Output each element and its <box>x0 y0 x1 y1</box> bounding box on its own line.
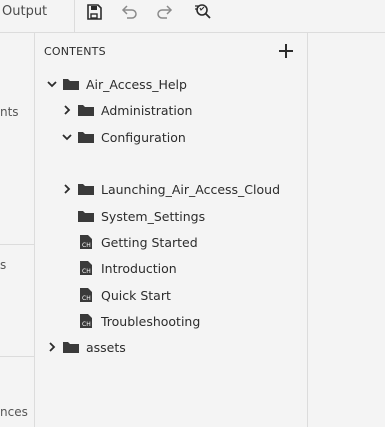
left-panel-divider <box>0 244 34 245</box>
svg-text:CH: CH <box>82 242 91 249</box>
contents-panel: CONTENTS Air_Access_Help Administration … <box>36 33 308 427</box>
chevron-down-icon[interactable] <box>61 131 73 143</box>
editor-area <box>308 33 385 427</box>
folder-icon <box>77 102 95 118</box>
tree-item-label: Troubleshooting <box>101 313 201 329</box>
tree-item-launching-air-access-cloud[interactable]: Launching_Air_Access_Cloud <box>61 179 280 199</box>
contents-panel-title: CONTENTS <box>44 45 106 58</box>
tree-item-label: Administration <box>101 102 193 118</box>
folder-icon <box>62 76 80 92</box>
folder-icon <box>77 129 95 145</box>
svg-text:CH: CH <box>82 268 91 275</box>
tree-item-introduction[interactable]: CH Introduction <box>61 258 177 278</box>
undo-icon[interactable] <box>119 2 139 22</box>
tree-item-label: Quick Start <box>101 287 171 303</box>
save-icon[interactable] <box>84 2 104 22</box>
topic-file-icon: CH <box>77 287 95 303</box>
top-toolbar: Output <box>0 0 385 33</box>
left-panel-label-fragment[interactable]: nces <box>0 405 28 419</box>
output-tab-label[interactable]: Output <box>2 4 47 19</box>
tree-item-administration[interactable]: Administration <box>61 100 192 120</box>
tree-item-label: Configuration <box>101 129 186 145</box>
tree-item-system-settings[interactable]: System_Settings <box>61 206 205 226</box>
svg-text:CH: CH <box>82 321 91 328</box>
tree-item-label: Getting Started <box>101 234 198 250</box>
folder-icon <box>77 181 95 197</box>
left-panel-label-fragment[interactable]: s <box>0 258 6 272</box>
chevron-right-icon[interactable] <box>61 104 73 116</box>
left-panel-label-fragment[interactable]: nts <box>0 105 19 119</box>
tree-item-label: System_Settings <box>101 208 206 224</box>
topic-file-icon: CH <box>77 234 95 250</box>
chevron-down-icon[interactable] <box>46 78 58 90</box>
add-icon[interactable] <box>278 43 294 59</box>
tree-item-getting-started[interactable]: CH Getting Started <box>61 232 198 252</box>
chevron-right-icon[interactable] <box>46 341 58 353</box>
tree-item-configuration[interactable]: Configuration <box>61 127 186 147</box>
chevron-right-icon[interactable] <box>61 183 73 195</box>
tree-item-air-access-help[interactable]: Air_Access_Help <box>46 74 187 94</box>
left-panel-divider <box>0 356 34 357</box>
tree-item-label: Introduction <box>101 260 177 276</box>
tree-item-label: assets <box>86 339 126 355</box>
tree-item-quick-start[interactable]: CH Quick Start <box>61 285 171 305</box>
topic-file-icon: CH <box>77 313 95 329</box>
toolbar-divider <box>74 0 75 33</box>
redo-icon[interactable] <box>155 2 175 22</box>
tree-item-label: Air_Access_Help <box>86 76 187 92</box>
left-panel-partial: nts s nces <box>0 33 35 427</box>
folder-icon <box>62 339 80 355</box>
folder-icon <box>77 208 95 224</box>
find-replace-icon[interactable] <box>192 2 212 22</box>
tree-item-assets[interactable]: assets <box>46 337 126 357</box>
tree-item-troubleshooting[interactable]: CH Troubleshooting <box>61 311 200 331</box>
topic-file-icon: CH <box>77 260 95 276</box>
svg-text:CH: CH <box>82 295 91 302</box>
tree-item-label: Launching_Air_Access_Cloud <box>101 181 281 197</box>
